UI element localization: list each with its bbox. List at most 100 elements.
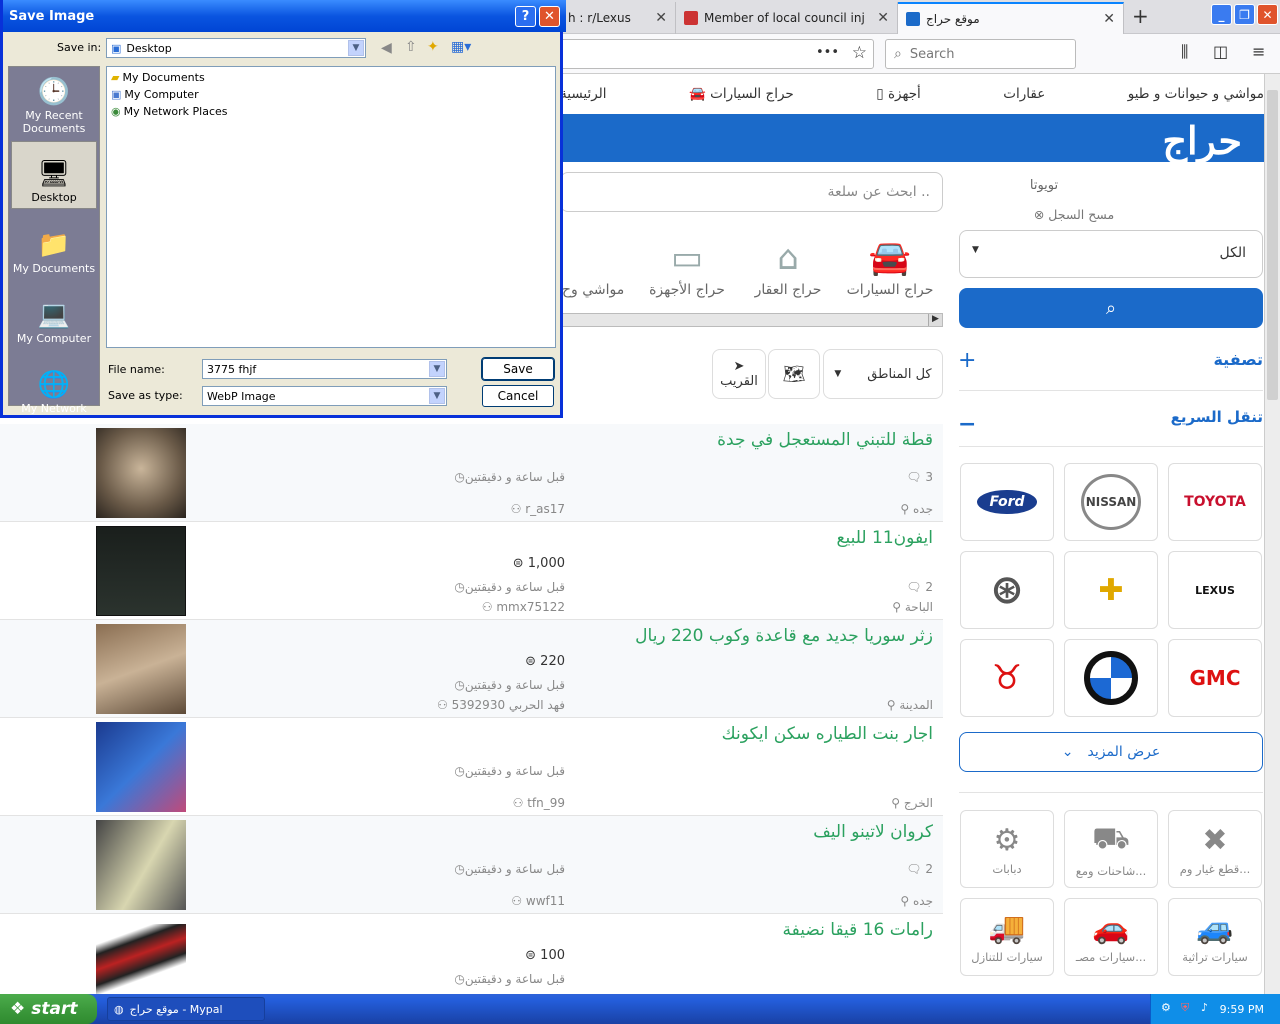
up-folder-icon[interactable]: ⇧ [405, 39, 417, 55]
show-more-button[interactable]: عرض المزيد ⌄ [959, 732, 1263, 772]
brand-lexus[interactable]: LEXUS [1168, 551, 1262, 629]
listing-city[interactable]: جده ⚲ [900, 894, 933, 908]
category-motorcycles[interactable]: ⚙ دبابات [960, 810, 1054, 888]
place-my-documents[interactable]: 📁 My Documents [11, 211, 97, 279]
filter-heading[interactable]: تصفية [1213, 350, 1263, 369]
quicknav-heading[interactable]: تنقل السريع [1171, 408, 1263, 426]
nearby-button[interactable]: ➤ القريب [712, 349, 766, 399]
listing-title[interactable]: ايفون11 للبيع [837, 528, 934, 548]
category-trucks[interactable]: ⛟ شاحنات ومع... [1064, 810, 1158, 888]
brand-gmc[interactable]: GMC [1168, 639, 1262, 717]
category-dropdown[interactable]: الكل ▼ [959, 230, 1263, 278]
bookmark-star-icon[interactable]: ☆ [852, 43, 867, 63]
tray-security-icon[interactable]: ⛨ [1181, 1001, 1189, 1015]
nav-home[interactable]: الرئيسية [560, 86, 607, 102]
listing-thumbnail[interactable] [96, 428, 186, 518]
maximize-icon[interactable]: ❐ [1234, 4, 1255, 25]
collapse-quicknav-icon[interactable]: − [958, 412, 976, 437]
nav-animals[interactable]: مواشي و حيوانات و طيو [1128, 86, 1264, 102]
nav-realestate[interactable]: عقارات [1003, 86, 1045, 102]
listing-user[interactable]: فهد الحربي 5392930 ⚇ [437, 698, 565, 712]
brand-toyota[interactable]: TOYOTA [1168, 463, 1262, 541]
close-window-icon[interactable]: ✕ [1257, 4, 1278, 25]
brand-nissan[interactable]: NISSAN [1064, 463, 1158, 541]
new-tab-icon[interactable]: + [1132, 4, 1149, 28]
library-icon[interactable]: ⫼ [1181, 42, 1188, 62]
category-damaged-cars[interactable]: 🚗 سيارات مصـ... [1064, 898, 1158, 976]
close-tab-icon[interactable]: ✕ [655, 10, 667, 26]
category-cars[interactable]: 🚘 حراج السيارات [840, 238, 940, 298]
place-desktop[interactable]: 🖥 Desktop [11, 141, 97, 209]
file-item[interactable]: ▰ My Documents [111, 69, 205, 85]
sidebar-toggle-icon[interactable]: ◫ [1213, 42, 1228, 61]
file-item[interactable]: ▣ My Computer [111, 86, 199, 102]
help-button[interactable]: ? [515, 6, 536, 27]
brand-mercedes[interactable]: ⊛ [960, 551, 1054, 629]
tray-network-icon[interactable]: ⚙ [1161, 1001, 1171, 1014]
listing-item[interactable]: اجار بنت الطياره سكن ايكونك قبل ساعة و د… [0, 718, 943, 816]
sidebar-search-button[interactable]: ⌕ [959, 288, 1263, 328]
haraj-logo[interactable]: حراج [1162, 118, 1242, 163]
cancel-button[interactable]: Cancel [482, 385, 554, 407]
start-button[interactable]: ❖ start [0, 994, 97, 1024]
listing-item[interactable]: رامات 16 قيقا نضيفة 100 ⊜ قبل ساعة و دقي… [0, 914, 943, 994]
tab-haraj[interactable]: موقع حراج ✕ [898, 2, 1124, 34]
place-recent-documents[interactable]: 🕒 My Recent Documents [11, 71, 97, 139]
listing-title[interactable]: كروان لاتينو اليف [813, 822, 933, 842]
back-icon[interactable]: ◀ [381, 40, 392, 56]
page-actions-icon[interactable]: ••• [816, 45, 839, 60]
listing-user[interactable]: mmx75122 ⚇ [482, 600, 565, 614]
brand-chevrolet[interactable]: ✚ [1064, 551, 1158, 629]
listing-item[interactable]: ايفون11 للبيع 1,000 ⊜ 2 🗨 قبل ساعة و دقي… [0, 522, 943, 620]
minimize-icon[interactable]: _ [1211, 4, 1232, 25]
tray-volume-icon[interactable]: ♪ [1201, 1001, 1208, 1014]
save-button[interactable]: Save [481, 357, 555, 381]
listing-user[interactable]: tfn_99 ⚇ [513, 796, 565, 810]
category-scrollbar[interactable]: ▶ [560, 313, 943, 327]
brand-ram[interactable]: ♉ [960, 639, 1054, 717]
listing-title[interactable]: رامات 16 قيقا نضيفة [783, 920, 933, 940]
listing-thumbnail[interactable] [96, 526, 186, 616]
category-spare-parts[interactable]: ✖ قطع غيار وم... [1168, 810, 1262, 888]
listing-user[interactable]: wwf11 ⚇ [511, 894, 565, 908]
tab-news[interactable]: Member of local council injured in ✕ [676, 2, 898, 34]
region-select[interactable]: كل المناطق ▼ [823, 349, 943, 399]
menu-icon[interactable]: ≡ [1252, 42, 1265, 61]
search-box[interactable]: ⌕ Search [885, 39, 1076, 69]
dialog-titlebar[interactable]: Save Image [3, 0, 566, 32]
save-type-select[interactable]: WebP Image ▼ [202, 386, 447, 406]
recent-search[interactable]: تويوتا [960, 178, 1128, 193]
map-button[interactable]: 🗺 [768, 349, 820, 399]
file-list[interactable]: ▰ My Documents ▣ My Computer ◉ My Network P… [106, 66, 556, 348]
site-search-input[interactable]: ابحث عن سلعة .. [560, 172, 943, 212]
category-devices[interactable]: ▭ حراج الأجهزة [637, 238, 737, 298]
brand-ford[interactable]: Ford [960, 463, 1054, 541]
place-my-computer[interactable]: 💻 My Computer [11, 281, 97, 349]
listing-user[interactable]: r_as17 ⚇ [511, 502, 565, 516]
file-name-input[interactable]: 3775 fhjf ▼ [202, 359, 447, 379]
category-transfer-cars[interactable]: 🚚 سيارات للتنازل [960, 898, 1054, 976]
listing-city[interactable]: الخرج ⚲ [891, 796, 933, 810]
listing-item[interactable]: قطة للتبني المستعجل في جدة 3 🗨 قبل ساعة … [0, 424, 943, 522]
listing-city[interactable]: المدينة ⚲ [887, 698, 933, 712]
category-classic-cars[interactable]: 🚙 سيارات تراثية [1168, 898, 1262, 976]
listing-title[interactable]: قطة للتبني المستعجل في جدة [717, 430, 933, 450]
listing-item[interactable]: كروان لاتينو اليف 2 🗨 قبل ساعة و دقيقتين… [0, 816, 943, 914]
scroll-thumb[interactable] [1267, 90, 1278, 400]
page-scrollbar[interactable] [1264, 74, 1280, 994]
place-my-network[interactable]: 🌐 My Network [11, 351, 97, 419]
close-tab-icon[interactable]: ✕ [1103, 11, 1115, 27]
save-in-combo[interactable]: ▣ Desktop ▼ [106, 38, 366, 58]
file-item[interactable]: ◉ My Network Places [111, 103, 228, 119]
new-folder-icon[interactable]: ✦ [427, 39, 439, 55]
listing-thumbnail[interactable] [96, 624, 186, 714]
brand-bmw[interactable] [1064, 639, 1158, 717]
listing-city[interactable]: جده ⚲ [900, 502, 933, 516]
listing-city[interactable]: الباحة ⚲ [892, 600, 933, 614]
dialog-close-button[interactable]: ✕ [539, 6, 560, 27]
nav-devices[interactable]: أجهزة ▯ [876, 86, 921, 102]
taskbar-item-mypal[interactable]: ◍ موقع حراج - Mypal [107, 997, 265, 1021]
category-realestate[interactable]: ⌂ حراج العقار [738, 238, 838, 298]
listing-title[interactable]: زثر سوريا جديد مع قاعدة وكوب 220 ريال [635, 626, 933, 646]
scroll-right-icon[interactable]: ▶ [928, 314, 942, 326]
